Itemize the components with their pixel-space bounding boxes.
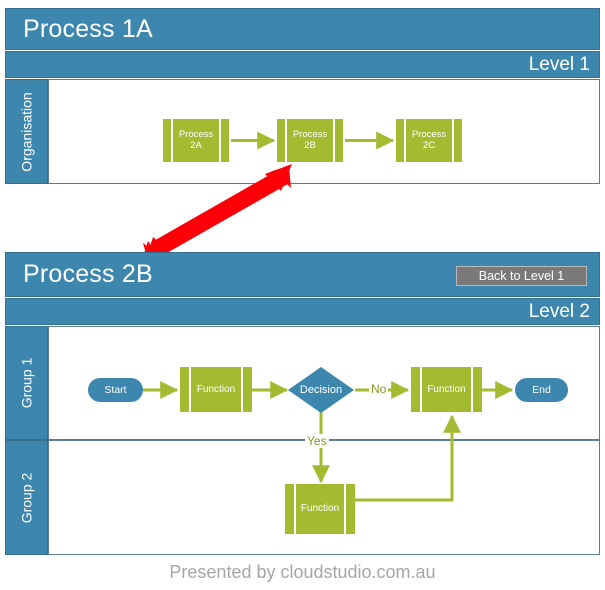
diagram-canvas: Process 1A Level 1 Organisation Process … [0, 0, 605, 590]
process-2c-label: Process 2C [411, 128, 447, 151]
function-3-shape: Function [285, 484, 355, 534]
process-2b-shape: Process 2B [277, 119, 343, 162]
lane-label-group-2: Group 2 [5, 440, 48, 555]
back-to-level-1-button[interactable]: Back to Level 1 [456, 266, 587, 286]
level-1-label: Level 1 [528, 53, 590, 75]
process-2c-shape: Process 2C [396, 119, 462, 162]
node-function-2[interactable]: Function [411, 367, 486, 416]
node-start[interactable]: Start [88, 378, 143, 402]
process-2b-label: Process 2B [292, 128, 328, 151]
node-process-2a[interactable]: Process 2A [163, 119, 233, 166]
node-process-2c[interactable]: Process 2C [396, 119, 466, 166]
edge-label-no: No [369, 382, 389, 396]
node-function-1[interactable]: Function [180, 367, 256, 416]
page-title-level-2: Process 2B [23, 260, 153, 288]
level-2-label: Level 2 [528, 300, 590, 322]
process-2a-label: Process 2A [178, 128, 214, 151]
lane-label-organisation-text: Organisation [18, 91, 35, 172]
lane-label-group-2-text: Group 2 [18, 472, 35, 523]
level-2-band: Level 2 [5, 298, 600, 325]
node-end[interactable]: End [515, 378, 568, 402]
function-1-shape: Function [180, 367, 252, 412]
lane-label-group-1-text: Group 1 [18, 357, 35, 409]
function-2-shape: Function [411, 367, 482, 412]
lane-label-group-1: Group 1 [5, 326, 48, 440]
function-3-label: Function [300, 503, 340, 515]
footer-credit: Presented by cloudstudio.com.au [169, 562, 436, 582]
level-1-band: Level 1 [5, 51, 600, 78]
edge-label-yes: Yes [305, 434, 329, 448]
process-2a-shape: Process 2A [163, 119, 229, 162]
node-decision[interactable]: Decision [287, 366, 355, 414]
node-process-2b[interactable]: Process 2B [277, 119, 347, 166]
panel-1-header: Process 1A [5, 8, 600, 50]
decision-shape [288, 367, 354, 413]
page-title-level-1: Process 1A [23, 14, 153, 43]
node-function-3[interactable]: Function [285, 484, 359, 538]
function-1-label: Function [196, 383, 236, 395]
lane-label-organisation: Organisation [5, 79, 48, 184]
function-2-label: Function [427, 383, 466, 395]
